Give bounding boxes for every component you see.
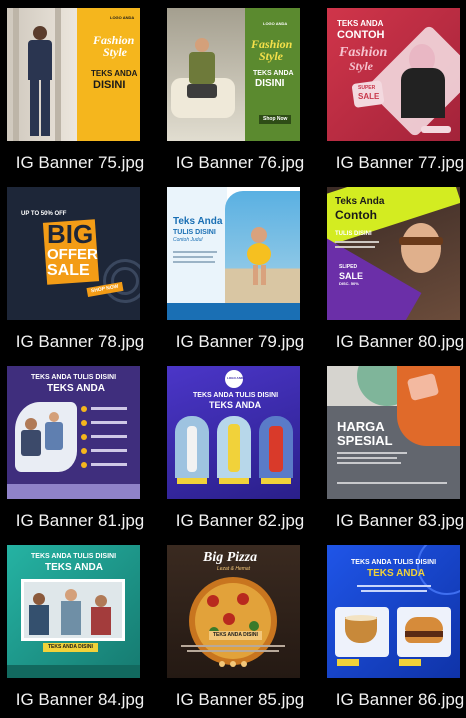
thumb-text: TEKS ANDA: [367, 568, 425, 579]
thumb-text: TEKS ANDA: [91, 69, 138, 78]
file-name[interactable]: IG Banner 76.jpg: [160, 153, 320, 173]
thumb-text: Lezat & Hemat: [217, 566, 251, 572]
thumb-text: DISINI: [93, 79, 126, 91]
thumbnail[interactable]: Fashion Style TEKS ANDA DISINI LOGO ANDA…: [167, 8, 300, 141]
thumb-text: UP TO 50% OFF: [21, 211, 67, 217]
thumb-text: LOGO ANDA: [110, 15, 135, 20]
file-name[interactable]: IG Banner 80.jpg: [320, 332, 466, 352]
thumb-text: CONTOH: [337, 29, 385, 41]
thumb-text: TEKS ANDA DISINI: [43, 643, 98, 652]
thumb-text: TEKS ANDA DISINI: [209, 631, 262, 640]
thumb-text: OFFER: [47, 246, 98, 263]
thumb-text: TEKS ANDA: [45, 562, 103, 573]
thumb-text: HARGA: [337, 419, 385, 434]
thumb-text: TEKS ANDA TULIS DISINI: [351, 559, 437, 566]
file-name[interactable]: IG Banner 79.jpg: [160, 332, 320, 352]
thumb-text: TEKS ANDA TULIS DISINI: [31, 374, 117, 381]
thumb-text: TEKS ANDA: [209, 400, 262, 410]
thumbnail[interactable]: Teks Anda TULIS DISINI Contoh Judul: [167, 187, 300, 320]
thumbnail[interactable]: Teks Anda Contoh TULIS DISINI SLIPED SAL…: [327, 187, 460, 320]
thumb-text: Contoh: [335, 208, 377, 222]
thumbnail[interactable]: TEKS ANDA TULIS DISINI TEKS ANDA: [327, 545, 460, 678]
thumb-text: Shop Now: [259, 115, 292, 124]
thumbnail[interactable]: HARGA SPESIAL: [327, 366, 460, 499]
thumb-text: SUPER: [358, 85, 376, 91]
thumb-text: TULIS DISINI: [335, 231, 372, 237]
file-name[interactable]: IG Banner 86.jpg: [320, 690, 466, 710]
file-name[interactable]: IG Banner 81.jpg: [0, 511, 160, 531]
thumb-text: LOGO ANDA: [263, 21, 288, 26]
thumb-text: LOGO ANDA: [227, 376, 246, 380]
file-name[interactable]: IG Banner 83.jpg: [320, 511, 466, 531]
thumb-text: Fashion: [339, 45, 388, 60]
thumbnail[interactable]: Fashion Style TEKS ANDA DISINI LOGO ANDA: [7, 8, 140, 141]
file-grid: Fashion Style TEKS ANDA DISINI LOGO ANDA…: [0, 0, 466, 718]
file-name[interactable]: IG Banner 77.jpg: [320, 153, 466, 173]
thumb-text: TEKS ANDA: [47, 383, 105, 394]
file-name[interactable]: IG Banner 85.jpg: [160, 690, 320, 710]
thumb-text: SALE: [358, 92, 380, 101]
thumb-text: SALE: [339, 271, 364, 281]
thumb-text: TEKS ANDA: [337, 19, 384, 28]
thumbnail[interactable]: Big Pizza Lezat & Hemat TEKS ANDA DISINI: [167, 545, 300, 678]
thumb-text: SLIPED: [339, 264, 358, 270]
thumbnail[interactable]: TEKS ANDA TULIS DISINI TEKS ANDA TEKS AN…: [7, 545, 140, 678]
thumb-text: BIG: [47, 219, 94, 249]
thumb-text: Teks Anda: [335, 196, 385, 207]
thumb-text: DISC. 50%: [339, 281, 359, 286]
thumb-text: Style: [259, 49, 283, 63]
thumb-text: Contoh Judul: [173, 237, 203, 243]
thumbnail[interactable]: UP TO 50% OFF BIG OFFER SALE SHOP NOW: [7, 187, 140, 320]
thumb-text: TEKS ANDA TULIS DISINI: [193, 392, 279, 399]
thumb-text: Teks Anda: [173, 216, 223, 227]
thumb-text: SALE: [47, 262, 90, 279]
thumb-text: TEKS ANDA: [253, 70, 294, 77]
thumb-text: SPESIAL: [337, 433, 393, 448]
thumb-text: Style: [349, 59, 373, 73]
thumb-text: TULIS DISINI: [173, 229, 216, 236]
thumbnail[interactable]: TEKS ANDA CONTOH Fashion Style SUPER SAL…: [327, 8, 460, 141]
file-name[interactable]: IG Banner 84.jpg: [0, 690, 160, 710]
thumbnail[interactable]: LOGO ANDA TEKS ANDA TULIS DISINI TEKS AN…: [167, 366, 300, 499]
thumb-text: DISINI: [255, 78, 285, 89]
thumbnail[interactable]: TEKS ANDA TULIS DISINI TEKS ANDA: [7, 366, 140, 499]
file-name[interactable]: IG Banner 82.jpg: [160, 511, 320, 531]
file-name[interactable]: IG Banner 75.jpg: [0, 153, 160, 173]
thumb-text: Big Pizza: [203, 550, 258, 565]
thumb-text: TEKS ANDA TULIS DISINI: [31, 553, 117, 560]
thumb-text: Style: [103, 45, 127, 59]
file-name[interactable]: IG Banner 78.jpg: [0, 332, 160, 352]
